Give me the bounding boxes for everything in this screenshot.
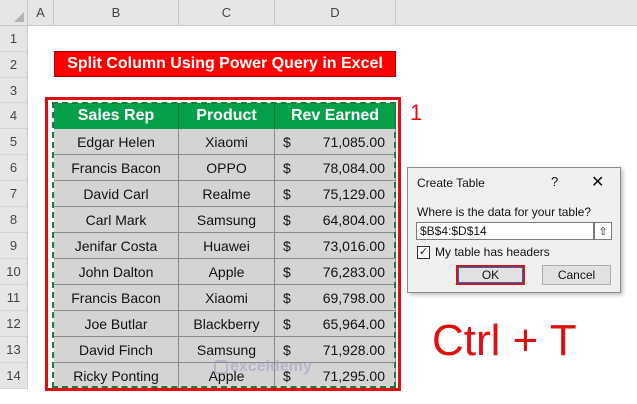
row-header-3[interactable]: 3 bbox=[0, 78, 28, 103]
row-header-1[interactable]: 1 bbox=[0, 26, 28, 52]
column-header-d[interactable]: D bbox=[275, 0, 396, 26]
headers-checkbox-label[interactable]: My table has headers bbox=[435, 245, 550, 259]
range-marching-ants bbox=[52, 102, 396, 388]
headers-checkbox[interactable]: ✓ bbox=[417, 246, 430, 259]
range-question-label: Where is the data for your table? bbox=[417, 205, 592, 219]
watermark: exceldemy bbox=[230, 358, 312, 375]
column-header-c[interactable]: C bbox=[179, 0, 275, 26]
step-1-label: 1 bbox=[410, 100, 423, 125]
close-icon[interactable]: ✕ bbox=[591, 172, 604, 192]
row-header-12[interactable]: 12 bbox=[0, 311, 28, 337]
cancel-button[interactable]: Cancel bbox=[542, 265, 611, 285]
row-header-2[interactable]: 2 bbox=[0, 52, 28, 78]
collapse-dialog-icon[interactable]: ⇧ bbox=[594, 222, 612, 240]
ok-button[interactable]: OK bbox=[456, 265, 525, 285]
column-header-blank bbox=[396, 0, 637, 26]
row-header-14[interactable]: 14 bbox=[0, 363, 28, 389]
row-header-7[interactable]: 7 bbox=[0, 181, 28, 207]
range-input[interactable]: $B$4:$D$14 bbox=[416, 222, 594, 240]
dialog-title: Create Table bbox=[417, 176, 485, 190]
row-header-9[interactable]: 9 bbox=[0, 233, 28, 259]
row-header-10[interactable]: 10 bbox=[0, 259, 28, 285]
row-header-5[interactable]: 5 bbox=[0, 129, 28, 155]
shortcut-label: Ctrl + T bbox=[432, 316, 577, 365]
create-table-dialog: Create Table ? ✕ Where is the data for y… bbox=[407, 167, 621, 293]
exceldemy-logo-icon bbox=[214, 360, 228, 374]
row-header-13[interactable]: 13 bbox=[0, 337, 28, 363]
column-header-b[interactable]: B bbox=[54, 0, 179, 26]
row-header-8[interactable]: 8 bbox=[0, 207, 28, 233]
sheet-title: Split Column Using Power Query in Excel bbox=[54, 51, 396, 77]
row-header-6[interactable]: 6 bbox=[0, 155, 28, 181]
row-header-11[interactable]: 11 bbox=[0, 285, 28, 311]
row-header-4[interactable]: 4 bbox=[0, 103, 28, 129]
column-header-a[interactable]: A bbox=[28, 0, 54, 26]
help-icon[interactable]: ? bbox=[551, 174, 558, 189]
select-all-corner[interactable] bbox=[0, 0, 28, 26]
